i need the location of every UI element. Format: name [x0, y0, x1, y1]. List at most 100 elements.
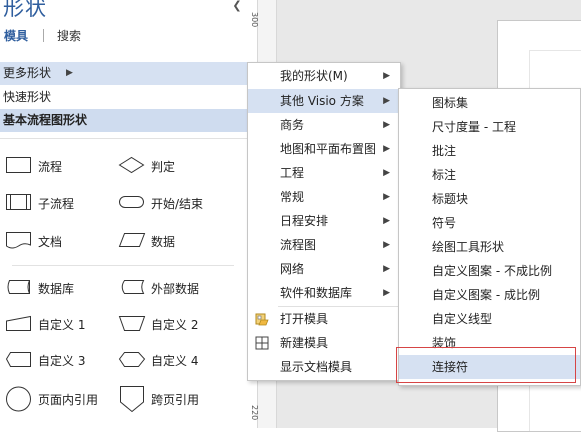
shape-on-page-reference[interactable]: 页面内引用 [5, 385, 115, 415]
menu-item-title-blocks[interactable]: 标题块 [399, 187, 580, 211]
decision-icon [118, 156, 145, 174]
pane-title: 形状 [3, 0, 47, 20]
menu-item-label: 显示文档模具 [280, 360, 353, 374]
more-shapes-item[interactable]: 更多形状 ▶ [0, 62, 247, 85]
menu-item-label: 符号 [432, 216, 457, 230]
menu-item-label: 其他 Visio 方案 [280, 94, 364, 108]
shape-label: 外部数据 [151, 282, 200, 296]
menu-item-my-shapes[interactable]: 我的形状(M) ▶ [248, 64, 400, 88]
menu-item-engineering[interactable]: 工程 ▶ [248, 161, 400, 185]
menu-item-label: 自定义图案 - 成比例 [432, 288, 540, 302]
shape-label: 自定义 2 [151, 318, 199, 332]
database-icon [7, 280, 30, 294]
menu-item-custom-patterns-unscaled[interactable]: 自定义图案 - 不成比例 [399, 259, 580, 283]
menu-item-drawing-tool-shapes[interactable]: 绘图工具形状 [399, 235, 580, 259]
menu-item-symbols[interactable]: 符号 [399, 211, 580, 235]
shape-external-data[interactable]: 外部数据 [118, 276, 243, 302]
menu-item-network[interactable]: 网络 ▶ [248, 257, 400, 281]
menu-item-custom-line-patterns[interactable]: 自定义线型 [399, 307, 580, 331]
shape-start-end[interactable]: 开始/结束 [118, 191, 243, 217]
shape-custom-4[interactable]: 自定义 4 [118, 348, 243, 374]
more-shapes-menu: 我的形状(M) ▶ 其他 Visio 方案 ▶ 商务 ▶ 地图和平面布置图 ▶ … [247, 62, 401, 381]
menu-item-label: 新建模具 [280, 336, 329, 350]
quick-shapes-item[interactable]: 快速形状 [0, 86, 247, 109]
off-page-reference-icon [120, 386, 144, 413]
menu-item-label: 标题块 [432, 192, 469, 206]
menu-item-open-stencil[interactable]: 打开模具 [248, 307, 400, 331]
shape-label: 判定 [151, 160, 176, 174]
shape-off-page-reference[interactable]: 跨页引用 [118, 385, 243, 415]
menu-item-label: 批注 [432, 144, 457, 158]
shape-label: 自定义 3 [38, 354, 86, 368]
subprocess-icon [6, 194, 31, 210]
shape-label: 流程 [38, 160, 63, 174]
shape-label: 开始/结束 [151, 197, 204, 211]
menu-item-label: 日程安排 [280, 214, 329, 228]
shape-process[interactable]: 流程 [5, 154, 115, 180]
tab-stencils[interactable]: 模具 [4, 27, 28, 44]
chevron-right-icon: ▶ [383, 264, 390, 274]
tab-search[interactable]: 搜索 [57, 27, 81, 44]
custom2-icon [118, 316, 146, 331]
shape-database[interactable]: 数据库 [5, 276, 115, 302]
basic-flowchart-item[interactable]: 基本流程图形状 [0, 109, 247, 132]
menu-item-label: 流程图 [280, 238, 317, 252]
menu-item-general[interactable]: 常规 ▶ [248, 185, 400, 209]
shape-decision[interactable]: 判定 [118, 154, 243, 180]
custom3-icon [5, 352, 31, 367]
menu-item-software-database[interactable]: 软件和数据库 ▶ [248, 281, 400, 305]
ruler-label: 220 [250, 405, 259, 421]
divider [12, 265, 234, 266]
menu-item-label: 地图和平面布置图 [280, 142, 377, 156]
menu-item-maps-floor-plans[interactable]: 地图和平面布置图 ▶ [248, 137, 400, 161]
start-end-icon [119, 196, 144, 208]
quick-shapes-label: 快速形状 [3, 90, 52, 104]
menu-item-label: 工程 [280, 166, 305, 180]
more-shapes-label: 更多形状 [3, 66, 52, 80]
menu-item-callouts[interactable]: 标注 [399, 163, 580, 187]
menu-item-label: 打开模具 [280, 312, 329, 326]
menu-item-annotations[interactable]: 批注 [399, 139, 580, 163]
shape-label: 数据库 [38, 282, 75, 296]
chevron-right-icon: ▶ [383, 216, 390, 226]
shape-subprocess[interactable]: 子流程 [5, 191, 115, 217]
tab-divider [43, 29, 44, 42]
menu-item-label: 网络 [280, 262, 305, 276]
chevron-right-icon: ▶ [383, 240, 390, 250]
chevron-right-icon: ▶ [66, 68, 73, 78]
on-page-reference-icon [6, 386, 31, 412]
process-icon [6, 157, 31, 173]
annotation-highlight-box [396, 347, 576, 383]
shape-label: 自定义 1 [38, 318, 86, 332]
shape-label: 文档 [38, 235, 63, 249]
shape-custom-1[interactable]: 自定义 1 [5, 312, 115, 338]
shape-label: 子流程 [38, 197, 75, 211]
shape-label: 数据 [151, 235, 176, 249]
shape-data[interactable]: 数据 [118, 229, 243, 255]
shapes-pane: 形状 ❮ 模具 搜索 更多形状 ▶ 快速形状 基本流程图形状 流程 判定 子流程… [0, 0, 247, 428]
menu-item-label: 图标集 [432, 96, 469, 110]
menu-item-other-visio-solutions[interactable]: 其他 Visio 方案 ▶ [248, 89, 400, 113]
menu-item-icon-sets[interactable]: 图标集 [399, 91, 580, 115]
collapse-pane-icon[interactable]: ❮ [231, 0, 243, 12]
menu-item-custom-patterns-scaled[interactable]: 自定义图案 - 成比例 [399, 283, 580, 307]
menu-item-dimensioning-engineering[interactable]: 尺寸度量 - 工程 [399, 115, 580, 139]
menu-item-label: 商务 [280, 118, 305, 132]
menu-item-show-document-stencil[interactable]: 显示文档模具 [248, 355, 400, 379]
shape-custom-3[interactable]: 自定义 3 [5, 348, 115, 374]
menu-item-label: 尺寸度量 - 工程 [432, 120, 516, 134]
chevron-right-icon: ▶ [383, 192, 390, 202]
shape-document[interactable]: 文档 [5, 229, 115, 255]
chevron-right-icon: ▶ [383, 71, 390, 81]
menu-item-label: 自定义图案 - 不成比例 [432, 264, 552, 278]
menu-item-business[interactable]: 商务 ▶ [248, 113, 400, 137]
custom1-icon [6, 315, 31, 331]
menu-item-label: 我的形状(M) [280, 69, 348, 83]
menu-item-flowchart[interactable]: 流程图 ▶ [248, 233, 400, 257]
menu-item-schedule[interactable]: 日程安排 ▶ [248, 209, 400, 233]
custom4-icon [118, 352, 146, 367]
shape-custom-2[interactable]: 自定义 2 [118, 312, 243, 338]
menu-item-label: 标注 [432, 168, 457, 182]
menu-item-label: 自定义线型 [432, 312, 493, 326]
menu-item-new-stencil[interactable]: 新建模具 [248, 331, 400, 355]
